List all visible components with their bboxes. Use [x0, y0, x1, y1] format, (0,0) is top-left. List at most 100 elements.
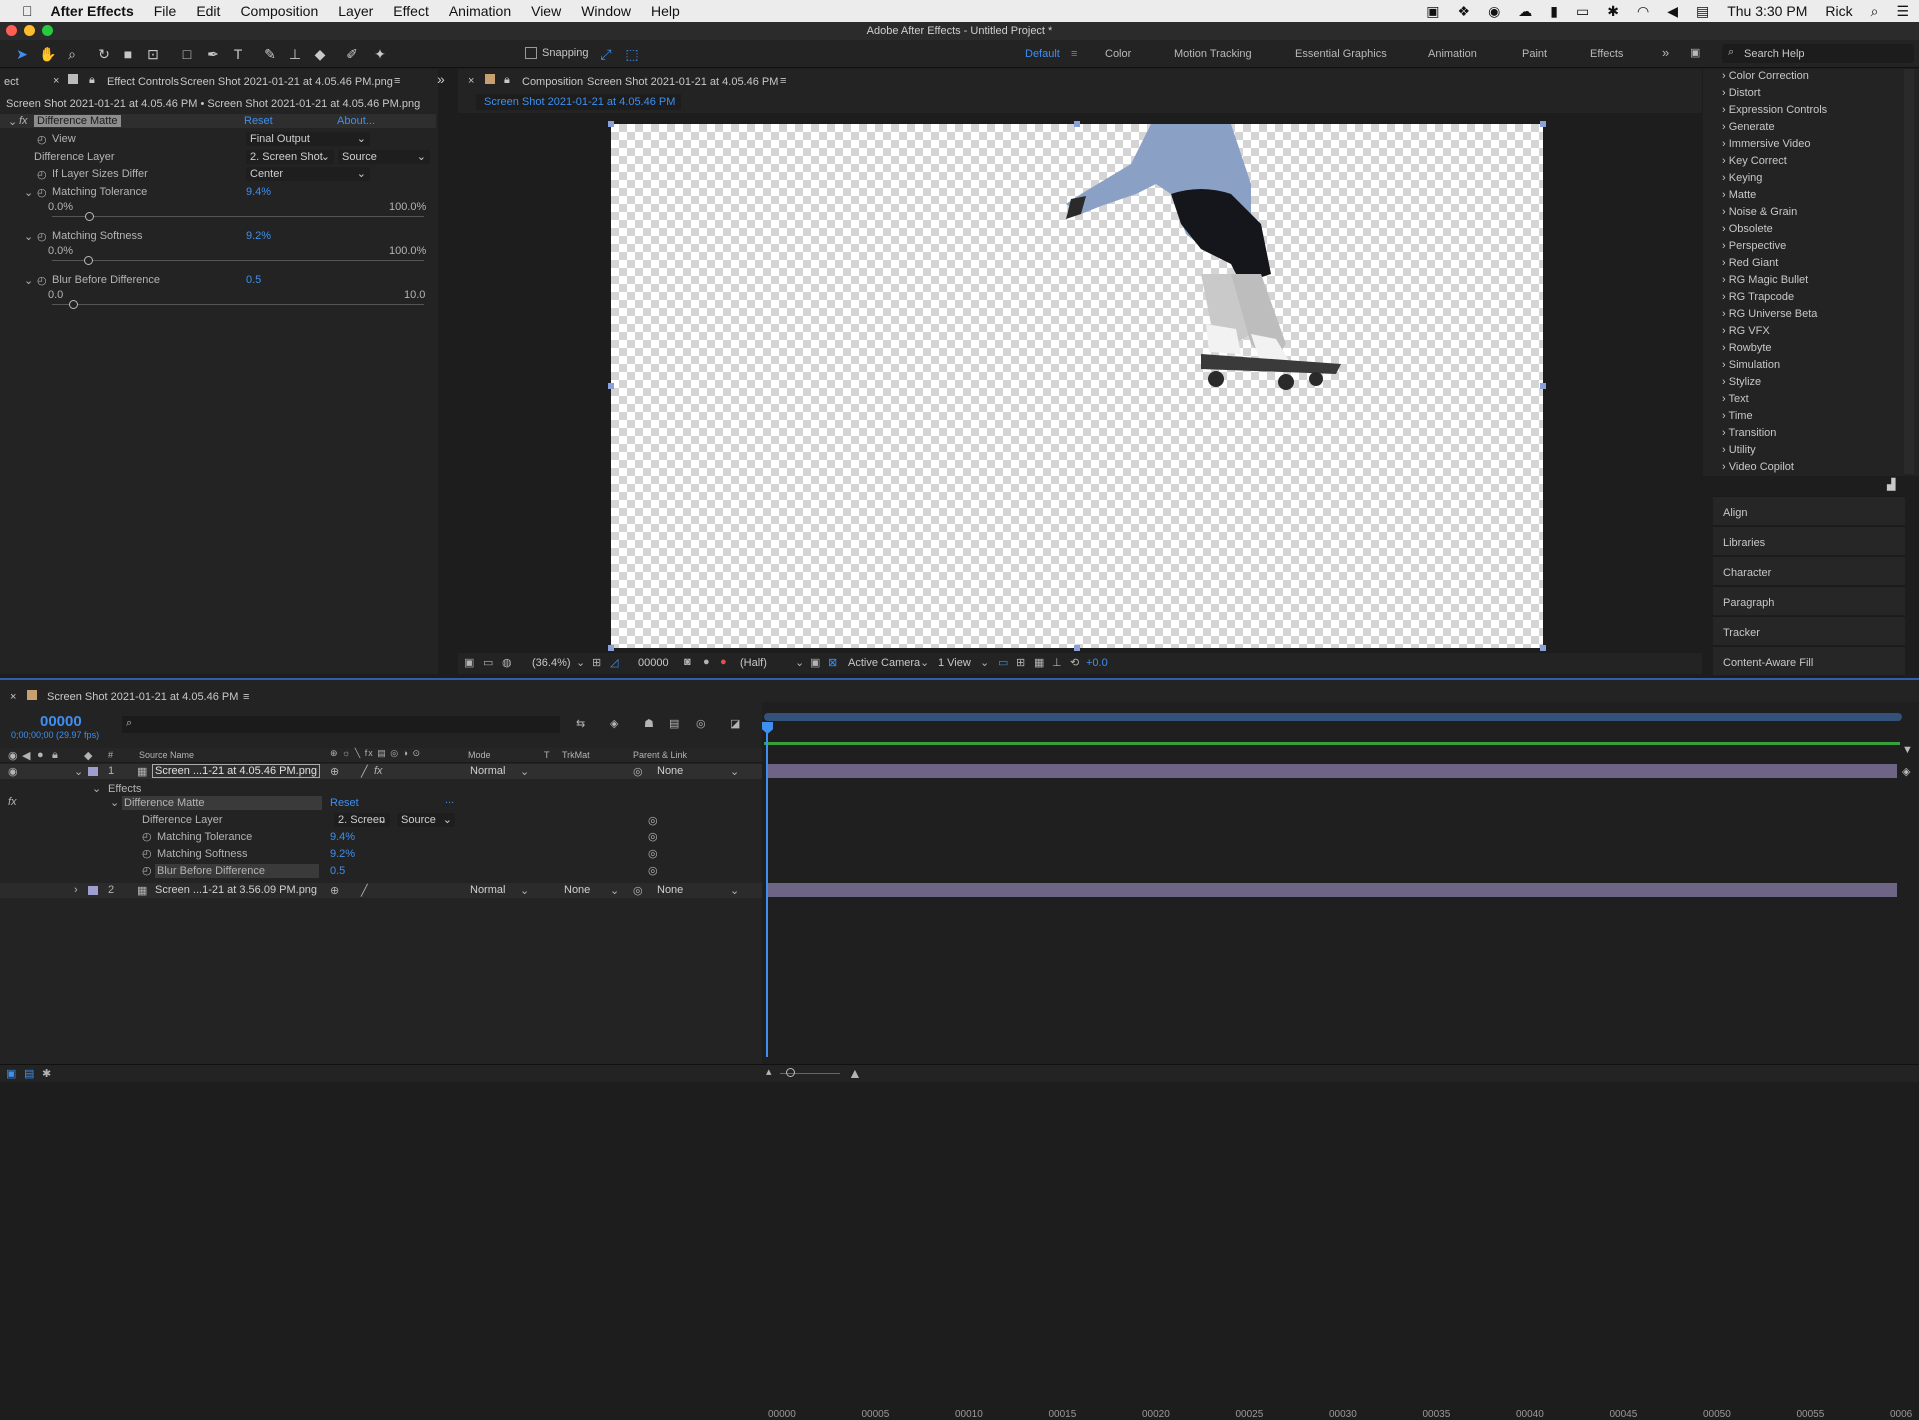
camera-value[interactable]: Active Camera	[848, 657, 920, 669]
channel-icon[interactable]: ●	[720, 656, 727, 668]
chevron-down-icon[interactable]: ⌄	[795, 656, 804, 669]
toggle-pixel-aspect-icon[interactable]: ▭	[998, 656, 1008, 669]
layer-mode[interactable]: Normal	[470, 884, 505, 896]
layer-trkmat[interactable]: None	[564, 884, 590, 896]
softness-slider-track[interactable]	[52, 260, 424, 261]
menu-view[interactable]: View	[531, 3, 561, 19]
apple-menu-icon[interactable]: 	[22, 3, 33, 19]
pickwhip-icon[interactable]: ◎	[633, 765, 643, 778]
always-preview-icon[interactable]: ▣	[464, 656, 474, 669]
workspace-motion-tracking[interactable]: Motion Tracking	[1174, 48, 1252, 60]
layer-row-1[interactable]: ◉ ⌄ 1 ▦ Screen ...1-21 at 4.05.46 PM.png…	[0, 764, 762, 779]
menu-layer[interactable]: Layer	[338, 3, 373, 19]
panel-menu-icon[interactable]: ≡	[394, 75, 400, 87]
expand-panels-icon[interactable]: »	[437, 71, 445, 87]
transform-handle[interactable]	[608, 645, 614, 651]
snapshot-icon[interactable]: ◙	[684, 656, 691, 668]
workspace-color[interactable]: Color	[1105, 48, 1131, 60]
views-value[interactable]: 1 View	[938, 657, 971, 669]
difference-layer-dropdown[interactable]: 2. Screen Shot ⌄	[246, 150, 334, 164]
motion-blur-icon[interactable]: ◎	[696, 717, 706, 730]
menu-edit[interactable]: Edit	[196, 3, 220, 19]
effects-category-item[interactable]: › Color Correction	[1722, 70, 1809, 82]
chevron-down-icon[interactable]: ⌄	[920, 656, 929, 669]
grid-icon[interactable]: ⊞	[592, 656, 601, 669]
zoom-tool-icon[interactable]: ⌕	[62, 44, 82, 64]
workspace-default[interactable]: Default	[1025, 48, 1060, 60]
chevron-down-icon[interactable]: ⌄	[610, 884, 619, 897]
user-menu[interactable]: Rick	[1825, 3, 1852, 19]
pickwhip-icon[interactable]: ◎	[648, 847, 658, 860]
close-tab-icon[interactable]: ×	[53, 75, 59, 87]
effects-category-item[interactable]: › Key Correct	[1722, 155, 1787, 167]
expand-effects-icon[interactable]: ⌄	[92, 782, 101, 795]
comp-mini-flowchart-icon[interactable]: ⇆	[576, 717, 585, 730]
work-area-range[interactable]	[764, 713, 1902, 721]
stopwatch-icon[interactable]: ◴	[37, 230, 47, 243]
lock-icon[interactable]: 🔒︎	[504, 74, 510, 87]
transform-handle[interactable]	[1540, 121, 1546, 127]
layer-parent[interactable]: None	[657, 884, 683, 896]
quality-switch-icon[interactable]: ╱	[361, 765, 368, 778]
timeline-timecode[interactable]: 00000	[40, 713, 82, 730]
show-snapshot-icon[interactable]: ●	[703, 656, 710, 668]
transform-handle[interactable]	[1540, 645, 1546, 651]
tl-difference-layer-dropdown[interactable]: 2. Screen ⌄	[334, 813, 390, 827]
paragraph-panel[interactable]: Paragraph	[1713, 586, 1905, 615]
reset-exposure-icon[interactable]: ⟲	[1070, 656, 1079, 669]
effects-category-item[interactable]: › RG Magic Bullet	[1722, 274, 1808, 286]
effect-about-link[interactable]: About...	[337, 115, 375, 127]
pickwhip-icon[interactable]: ◎	[648, 864, 658, 877]
quality-switch-icon[interactable]: ╱	[361, 884, 368, 897]
comp-marker-icon[interactable]: ◈	[1902, 765, 1910, 778]
effect-name[interactable]: Difference Matte	[34, 115, 121, 127]
menu-file[interactable]: File	[154, 3, 177, 19]
pen-tool-icon[interactable]: ✒	[203, 44, 223, 64]
minimize-window-button[interactable]	[24, 25, 35, 36]
effects-category-item[interactable]: › Immersive Video	[1722, 138, 1810, 150]
layer-name[interactable]: Screen ...1-21 at 3.56.09 PM.png	[155, 884, 317, 896]
composition-tab[interactable]: Composition	[522, 76, 583, 88]
fx-icon[interactable]: fx	[19, 115, 28, 127]
workspace-essential-graphics[interactable]: Essential Graphics	[1295, 48, 1387, 60]
layer-2-duration-bar[interactable]	[767, 883, 1897, 897]
composition-tab-name[interactable]: Screen Shot 2021-01-21 at 4.05.46 PM	[587, 76, 778, 88]
search-help-field[interactable]: ⌕ Search Help	[1722, 44, 1914, 63]
effects-category-item[interactable]: › Video Copilot	[1722, 461, 1794, 473]
layer-switches-toggle-icon[interactable]: ▣	[6, 1067, 16, 1080]
hand-tool-icon[interactable]: ✋	[38, 44, 58, 64]
creative-cloud-icon[interactable]: ◉	[1488, 3, 1500, 20]
playhead[interactable]	[766, 722, 768, 1057]
libraries-panel[interactable]: Libraries	[1713, 526, 1905, 555]
expand-blur-icon[interactable]: ⌄	[24, 274, 33, 287]
roto-brush-tool-icon[interactable]: ✐	[342, 44, 362, 64]
shy-switch-icon[interactable]: ⊕	[330, 765, 339, 778]
effects-category-item[interactable]: › RG Trapcode	[1722, 291, 1794, 303]
character-panel[interactable]: Character	[1713, 556, 1905, 585]
monitor-icon[interactable]: ▭	[483, 656, 493, 669]
effects-category-item[interactable]: › Text	[1722, 393, 1749, 405]
app-menu[interactable]: After Effects	[51, 3, 134, 19]
blur-slider-track[interactable]	[52, 304, 424, 305]
pickwhip-icon[interactable]: ◎	[648, 830, 658, 843]
matching-tolerance-value[interactable]: 9.4%	[246, 186, 271, 198]
expand-effect-icon[interactable]: ⌄	[110, 796, 119, 809]
layer-name[interactable]: Screen ...1-21 at 4.05.46 PM.png	[152, 764, 321, 778]
stopwatch-icon[interactable]: ◴	[37, 168, 47, 181]
notification-center-icon[interactable]: ☰	[1896, 3, 1909, 20]
brush-tool-icon[interactable]: ✎	[260, 44, 280, 64]
effects-category-item[interactable]: › Transition	[1722, 427, 1776, 439]
menu-effect[interactable]: Effect	[393, 3, 429, 19]
puppet-tool-icon[interactable]: ✦	[370, 44, 390, 64]
chevron-down-icon[interactable]: ⌄	[730, 765, 739, 778]
tolerance-slider-track[interactable]	[52, 216, 424, 217]
stopwatch-icon[interactable]: ◴	[142, 830, 152, 843]
selection-tool-icon[interactable]: ➤	[12, 44, 32, 64]
blur-slider-knob[interactable]	[69, 300, 78, 309]
effect-controls-tab-file[interactable]: Screen Shot 2021-01-21 at 4.05.46 PM.png	[180, 76, 393, 88]
snap-edges-icon[interactable]: ⤢	[596, 44, 616, 64]
timeline-effect-reset[interactable]: Reset	[330, 797, 359, 809]
dropbox-icon[interactable]: ❖	[1458, 3, 1471, 20]
stopwatch-icon[interactable]: ◴	[142, 847, 152, 860]
zoom-out-icon[interactable]: ▴	[766, 1065, 772, 1078]
